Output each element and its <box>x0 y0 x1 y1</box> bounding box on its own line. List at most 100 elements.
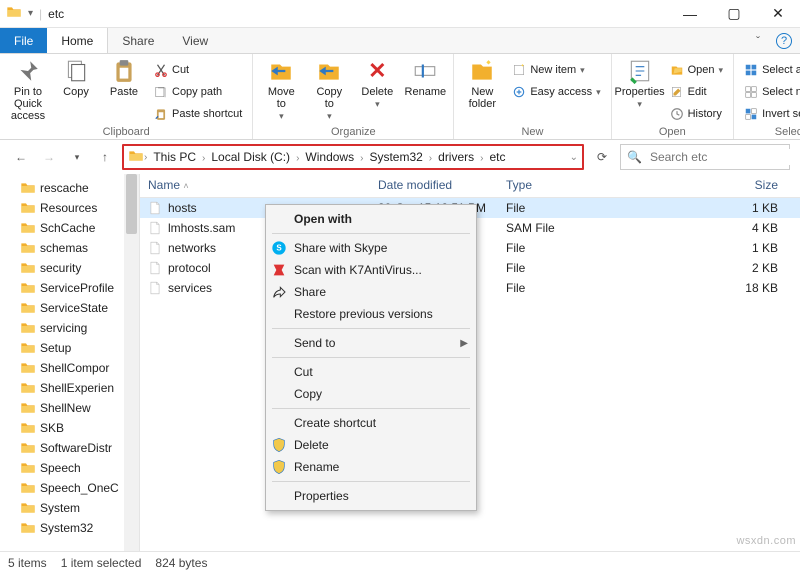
column-headers[interactable]: Name ˄ Date modified Type Size <box>140 174 800 198</box>
move-to-button[interactable]: Move to▾ <box>259 58 303 122</box>
folder-icon <box>128 148 144 167</box>
ctx-delete[interactable]: Delete <box>266 434 476 456</box>
forward-button[interactable]: → <box>38 146 60 168</box>
ctx-k7-scan[interactable]: Scan with K7AntiVirus... <box>266 259 476 281</box>
ctx-restore[interactable]: Restore previous versions <box>266 303 476 325</box>
back-button[interactable]: ← <box>10 146 32 168</box>
cut-button[interactable]: Cut <box>150 60 246 80</box>
select-none-button[interactable]: Select none <box>740 82 800 102</box>
minimize-button[interactable]: — <box>668 0 712 28</box>
breadcrumb-segment[interactable]: This PC <box>147 150 202 164</box>
up-button[interactable]: ↑ <box>94 146 116 168</box>
delete-button[interactable]: ✕ Delete▾ <box>355 58 399 110</box>
help-icon[interactable]: ? <box>776 33 792 49</box>
breadcrumb-segment[interactable]: Local Disk (C:) <box>205 150 296 164</box>
group-new: New folder New item▾ Easy access▾ New <box>454 54 611 139</box>
tree-item[interactable]: Setup <box>20 338 139 358</box>
new-item-button[interactable]: New item▾ <box>508 60 604 80</box>
tree-item[interactable]: rescache <box>20 178 139 198</box>
col-type[interactable]: Type <box>498 174 598 197</box>
tab-share[interactable]: Share <box>108 28 168 53</box>
col-date[interactable]: Date modified <box>370 174 498 197</box>
tree-item[interactable]: Speech_OneC <box>20 478 139 498</box>
k7-icon <box>271 262 287 278</box>
tree-item[interactable]: schemas <box>20 238 139 258</box>
ctx-send-to[interactable]: Send to▶ <box>266 332 476 354</box>
tree-item[interactable]: ShellCompor <box>20 358 139 378</box>
refresh-button[interactable]: ⟳ <box>590 150 614 164</box>
tree-item[interactable]: SoftwareDistr <box>20 438 139 458</box>
tab-file[interactable]: File <box>0 28 47 53</box>
breadcrumb-segment[interactable]: drivers <box>432 150 480 164</box>
copy-button[interactable]: Copy <box>54 58 98 98</box>
new-folder-button[interactable]: New folder <box>460 58 504 110</box>
group-organize: Move to▾ Copy to▾ ✕ Delete▾ Rename Organ… <box>253 54 454 139</box>
search-input[interactable] <box>648 149 800 165</box>
tree-item[interactable]: System32 <box>20 518 139 538</box>
history-button[interactable]: History <box>666 104 727 124</box>
breadcrumb-segment[interactable]: System32 <box>363 150 428 164</box>
status-bar: 5 items 1 item selected 824 bytes <box>0 551 800 573</box>
breadcrumb-segment[interactable]: etc <box>484 150 512 164</box>
pin-quick-access-button[interactable]: Pin to Quick access <box>6 58 50 122</box>
qa-dropdown-icon[interactable]: ▾ <box>28 8 33 19</box>
ctx-share-skype[interactable]: S Share with Skype <box>266 237 476 259</box>
select-all-button[interactable]: Select all <box>740 60 800 80</box>
invert-selection-button[interactable]: Invert selection <box>740 104 800 124</box>
open-button[interactable]: Open▾ <box>666 60 727 80</box>
folder-icon <box>6 4 22 23</box>
copy-path-button[interactable]: Copy path <box>150 82 246 102</box>
easy-access-button[interactable]: Easy access▾ <box>508 82 604 102</box>
ctx-share[interactable]: Share <box>266 281 476 303</box>
watermark: wsxdn.com <box>736 535 796 547</box>
skype-icon: S <box>271 240 287 256</box>
tree-scrollbar[interactable] <box>124 174 139 551</box>
search-box[interactable]: 🔍 <box>620 144 790 170</box>
tree-item[interactable]: ServiceState <box>20 298 139 318</box>
tree-item[interactable]: ServiceProfile <box>20 278 139 298</box>
nav-tree[interactable]: rescacheResourcesSchCacheschemassecurity… <box>0 174 140 551</box>
ctx-open-with[interactable]: Open with <box>266 208 476 230</box>
breadcrumb-segment[interactable]: Windows <box>299 150 360 164</box>
group-label-open: Open <box>618 124 727 138</box>
group-select: Select all Select none Invert selection … <box>734 54 800 139</box>
ctx-copy[interactable]: Copy <box>266 383 476 405</box>
maximize-button[interactable]: ▢ <box>712 0 756 28</box>
ctx-properties[interactable]: Properties <box>266 485 476 507</box>
chevron-right-icon: ▶ <box>460 338 468 349</box>
address-dropdown-icon[interactable]: ⌄ <box>570 152 578 163</box>
tree-item[interactable]: ShellNew <box>20 398 139 418</box>
address-bar[interactable]: › This PC›Local Disk (C:)›Windows›System… <box>122 144 584 170</box>
ctx-cut[interactable]: Cut <box>266 361 476 383</box>
copy-to-button[interactable]: Copy to▾ <box>307 58 351 122</box>
status-bytes: 824 bytes <box>155 556 207 570</box>
window-title: etc <box>48 7 64 21</box>
tab-view[interactable]: View <box>168 28 222 53</box>
close-button[interactable]: ✕ <box>756 0 800 28</box>
edit-button[interactable]: Edit <box>666 82 727 102</box>
tree-item[interactable]: SKB <box>20 418 139 438</box>
col-name[interactable]: Name ˄ <box>140 174 370 197</box>
tree-item[interactable]: Speech <box>20 458 139 478</box>
rename-button[interactable]: Rename <box>403 58 447 98</box>
tree-item[interactable]: servicing <box>20 318 139 338</box>
recent-locations-button[interactable]: ▾ <box>66 146 88 168</box>
tree-item[interactable]: Resources <box>20 198 139 218</box>
ribbon: Pin to Quick access Copy Paste Cut Copy … <box>0 54 800 140</box>
paste-button[interactable]: Paste <box>102 58 146 98</box>
properties-button[interactable]: Properties▾ <box>618 58 662 110</box>
tree-item[interactable]: SchCache <box>20 218 139 238</box>
context-menu: Open with S Share with Skype Scan with K… <box>265 204 477 511</box>
tree-item[interactable]: System <box>20 498 139 518</box>
tab-home[interactable]: Home <box>47 28 108 53</box>
ribbon-tabs: File Home Share View ˇ ? <box>0 28 800 54</box>
group-label-organize: Organize <box>259 124 447 138</box>
tree-item[interactable]: ShellExperien <box>20 378 139 398</box>
col-size[interactable]: Size <box>598 174 800 197</box>
ctx-create-shortcut[interactable]: Create shortcut <box>266 412 476 434</box>
ribbon-collapse-icon[interactable]: ˇ <box>748 28 768 53</box>
tree-item[interactable]: security <box>20 258 139 278</box>
paste-shortcut-button[interactable]: Paste shortcut <box>150 104 246 124</box>
ctx-rename[interactable]: Rename <box>266 456 476 478</box>
svg-text:S: S <box>276 244 282 253</box>
